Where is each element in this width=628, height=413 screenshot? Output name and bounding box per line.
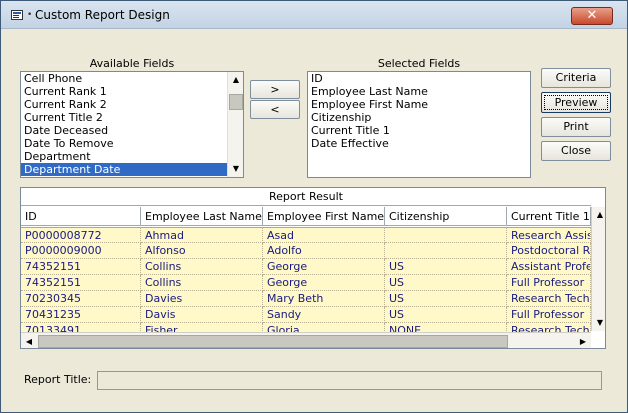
available-field-item[interactable]: Cell Phone bbox=[21, 72, 227, 85]
selected-field-item[interactable]: Employee Last Name bbox=[308, 85, 530, 98]
grid-column-header[interactable]: Citizenship bbox=[385, 207, 507, 226]
grid-scroll-up-icon[interactable]: ▲ bbox=[592, 207, 605, 223]
available-fields-label: Available Fields bbox=[89, 57, 175, 70]
table-cell: Collins bbox=[141, 259, 263, 275]
table-cell: Full Professor bbox=[507, 275, 591, 291]
selected-fields-items: ID Employee Last Name Employee First Name C… bbox=[308, 72, 530, 150]
grid-column-header[interactable]: Employee Last Name bbox=[141, 207, 263, 226]
scroll-down-icon[interactable]: ▼ bbox=[228, 161, 243, 177]
selected-field-item[interactable]: Current Title 1 bbox=[308, 124, 530, 137]
report-title-label: Report Title: bbox=[24, 373, 92, 386]
table-row[interactable]: P0000009000AlfonsoAdolfo Postdoctoral Res bbox=[21, 243, 591, 259]
grid-vertical-scrollbar[interactable]: ▲ ▼ bbox=[591, 207, 605, 331]
table-cell: US bbox=[385, 259, 507, 275]
table-cell: 70431235 bbox=[21, 307, 141, 323]
title-bar: • Custom Report Design ✕ bbox=[1, 1, 627, 29]
available-fields-items: Cell Phone Current Rank 1 Current Rank 2 Cu… bbox=[21, 72, 243, 176]
grid-column-header[interactable]: Employee First Name bbox=[263, 207, 385, 226]
selected-fields-list[interactable]: ID Employee Last Name Employee First Name C… bbox=[307, 71, 531, 178]
criteria-button[interactable]: Criteria bbox=[541, 68, 611, 88]
grid-scroll-right-icon[interactable]: ▶ bbox=[575, 333, 591, 348]
scroll-up-icon[interactable]: ▲ bbox=[228, 72, 243, 88]
available-fields-list[interactable]: Cell Phone Current Rank 1 Current Rank 2 Cu… bbox=[20, 71, 244, 178]
window-title: Custom Report Design bbox=[35, 8, 170, 22]
table-cell: 70230345 bbox=[21, 291, 141, 307]
table-cell: Asad bbox=[263, 227, 385, 243]
table-row[interactable]: 74352151CollinsGeorgeUSAssistant Profess bbox=[21, 259, 591, 275]
table-cell: US bbox=[385, 291, 507, 307]
table-row[interactable]: 70431235 Davis Sandy US Full Professor bbox=[21, 307, 591, 323]
report-result-grid[interactable]: Report Result ID Employee Last Name Employ… bbox=[20, 187, 606, 349]
grid-scroll-left-icon[interactable]: ◀ bbox=[21, 333, 37, 348]
selected-fields-label: Selected Fields bbox=[377, 57, 461, 70]
table-row[interactable]: 70230345 Davies Mary Beth US Research Techn bbox=[21, 291, 591, 307]
remove-field-button[interactable]: < bbox=[250, 100, 300, 119]
custom-report-design-window: • Custom Report Design ✕ Available Field… bbox=[0, 0, 628, 413]
table-cell: Davies bbox=[141, 291, 263, 307]
grid-column-header[interactable]: Current Title 1 bbox=[507, 207, 591, 226]
grid-body: P0000008772AhmadAsadResearch AssistaP000… bbox=[21, 227, 591, 348]
grid-header-row: ID Employee Last Name Employee First Name C… bbox=[21, 207, 591, 226]
table-cell: Collins bbox=[141, 275, 263, 291]
available-field-item[interactable]: Current Rank 2 bbox=[21, 98, 227, 111]
table-cell: Davis bbox=[141, 307, 263, 323]
selected-field-item[interactable]: Date Effective bbox=[308, 137, 530, 150]
table-cell: 74352151 bbox=[21, 275, 141, 291]
available-field-item[interactable]: Date To Remove bbox=[21, 137, 227, 150]
available-field-item[interactable]: Department Date bbox=[21, 163, 227, 176]
table-row[interactable]: 74352151 Collins George US Full Professor bbox=[21, 275, 591, 291]
table-cell: Alfonso bbox=[141, 243, 263, 259]
table-cell: George bbox=[263, 259, 385, 275]
add-field-button[interactable]: > bbox=[250, 80, 300, 99]
table-cell: US bbox=[385, 275, 507, 291]
window-close-button[interactable]: ✕ bbox=[571, 7, 613, 25]
table-cell: Postdoctoral Res bbox=[507, 243, 591, 259]
table-cell: Full Professor bbox=[507, 307, 591, 323]
table-cell: US bbox=[385, 307, 507, 323]
available-field-item[interactable]: Current Title 2 bbox=[21, 111, 227, 124]
report-title-input[interactable] bbox=[97, 371, 602, 390]
table-cell: Ahmad bbox=[141, 227, 263, 243]
close-button[interactable]: Close bbox=[541, 141, 611, 161]
report-result-caption: Report Result bbox=[21, 188, 591, 206]
selected-field-item[interactable]: Employee First Name bbox=[308, 98, 530, 111]
table-cell: Assistant Profess bbox=[507, 259, 591, 275]
grid-column-header[interactable]: ID bbox=[21, 207, 141, 226]
app-icon[interactable] bbox=[11, 10, 23, 20]
selected-field-item[interactable]: ID bbox=[308, 72, 530, 85]
available-field-item[interactable]: Current Rank 1 bbox=[21, 85, 227, 98]
table-cell: Adolfo bbox=[263, 243, 385, 259]
table-cell: Research Techn bbox=[507, 291, 591, 307]
available-field-item[interactable]: Department bbox=[21, 150, 227, 163]
table-cell: 74352151 bbox=[21, 259, 141, 275]
table-row[interactable]: P0000008772AhmadAsad Research Assista bbox=[21, 227, 591, 243]
preview-button[interactable]: Preview bbox=[541, 92, 611, 113]
table-cell: George bbox=[263, 275, 385, 291]
table-cell: Mary Beth bbox=[263, 291, 385, 307]
table-cell bbox=[385, 227, 507, 243]
table-cell: Sandy bbox=[263, 307, 385, 323]
scroll-thumb[interactable] bbox=[229, 94, 243, 110]
table-cell: Research Assista bbox=[507, 227, 591, 243]
title-dot-icon: • bbox=[27, 10, 33, 20]
table-cell: P0000009000 bbox=[21, 243, 141, 259]
grid-hscroll-thumb[interactable] bbox=[38, 335, 508, 348]
selected-field-item[interactable]: Citizenship bbox=[308, 111, 530, 124]
available-fields-scrollbar[interactable]: ▲ ▼ bbox=[227, 72, 243, 177]
print-button[interactable]: Print bbox=[541, 117, 611, 137]
table-cell bbox=[385, 243, 507, 259]
grid-scroll-down-icon[interactable]: ▼ bbox=[592, 315, 605, 331]
available-field-item[interactable]: Date Deceased bbox=[21, 124, 227, 137]
table-cell: P0000008772 bbox=[21, 227, 141, 243]
grid-horizontal-scrollbar[interactable]: ◀ ▶ bbox=[21, 332, 591, 348]
